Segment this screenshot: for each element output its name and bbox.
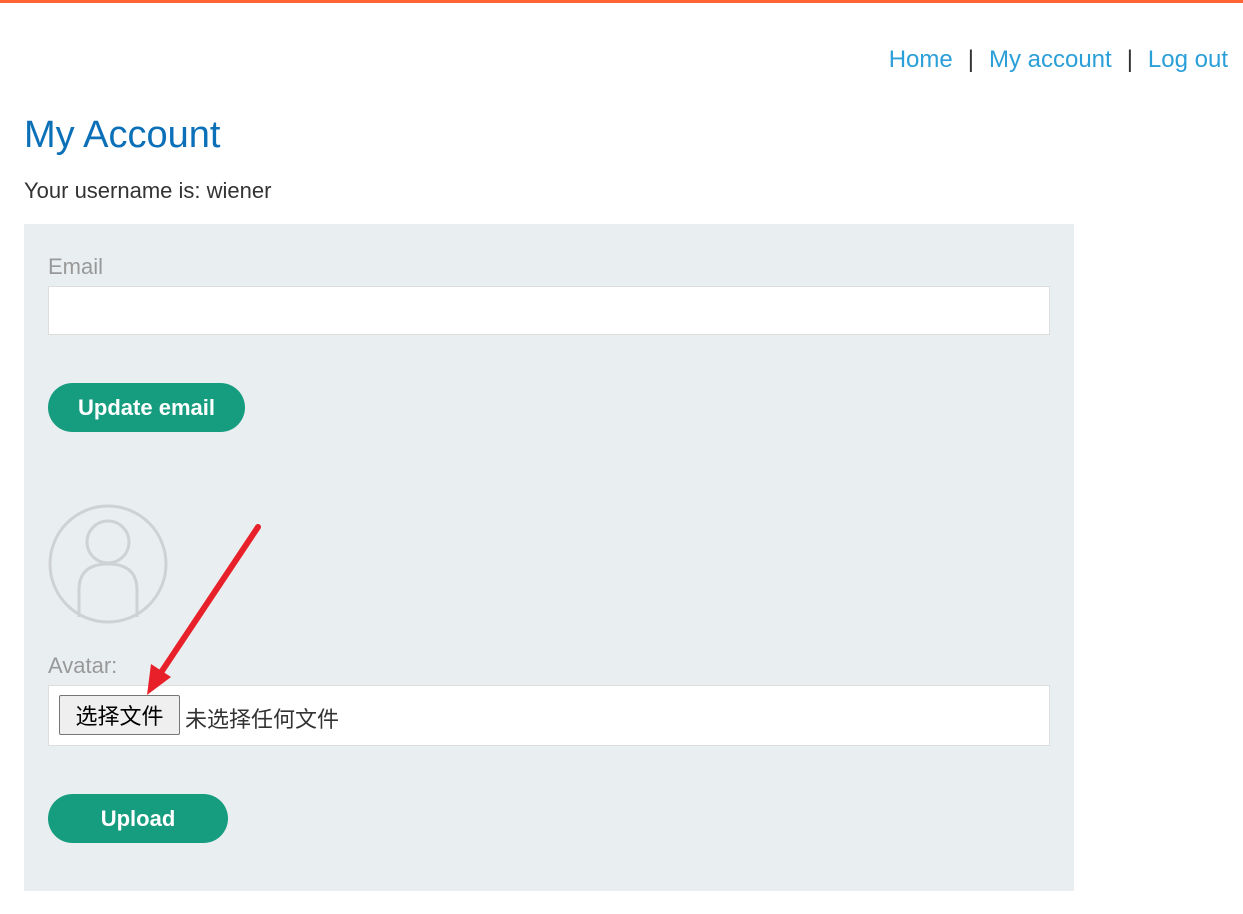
choose-file-button[interactable]: 选择文件 [59,695,180,735]
top-accent-bar [0,0,1243,3]
avatar-label: Avatar: [48,653,118,678]
email-input[interactable] [48,286,1050,335]
email-label: Email [48,254,104,279]
top-nav: Home | My account | Log out [889,46,1228,74]
nav-separator: | [967,46,974,73]
user-placeholder-icon [48,504,168,624]
avatar-file-input[interactable]: 选择文件 未选择任何文件 [48,685,1050,746]
page-title: My Account [24,114,221,156]
file-status-text: 未选择任何文件 [185,708,340,733]
nav-home-link[interactable]: Home [889,46,953,74]
update-email-button[interactable]: Update email [48,383,245,432]
username-text: Your username is: wiener [24,178,272,203]
nav-my-account-link[interactable]: My account [989,46,1112,74]
nav-log-out-link[interactable]: Log out [1148,46,1228,74]
upload-button[interactable]: Upload [48,794,228,843]
nav-separator: | [1126,46,1133,73]
account-form-panel: Email Update email Avatar: 选择文件 未选择任何文件 … [24,224,1074,891]
